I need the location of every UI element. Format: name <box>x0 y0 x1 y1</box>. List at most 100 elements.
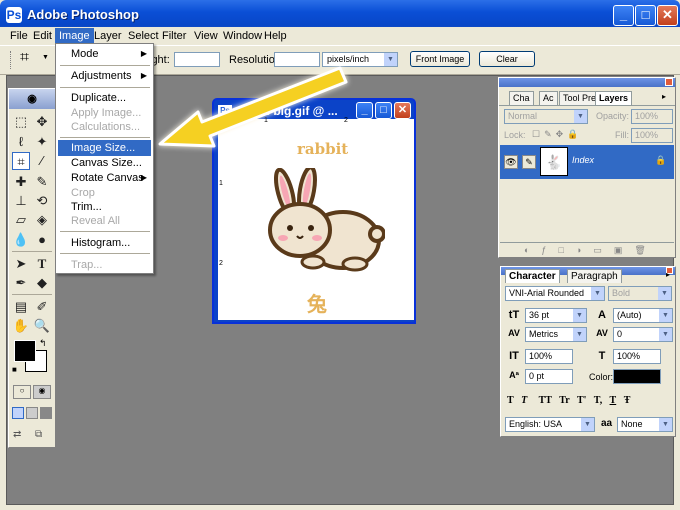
tab-layers[interactable]: Layers <box>595 91 633 105</box>
menu-image[interactable]: Image <box>55 28 94 44</box>
tab-paragraph[interactable]: Paragraph <box>567 269 622 283</box>
menu-item-duplicate[interactable]: Duplicate... <box>58 90 151 106</box>
height-input[interactable] <box>174 52 220 67</box>
layer-name[interactable]: Index <box>572 155 594 165</box>
leading-select[interactable]: (Auto) ▼ <box>613 308 673 323</box>
document-maximize-button[interactable]: □ <box>375 102 392 119</box>
brush-icon[interactable]: ✎ <box>522 155 536 169</box>
standard-mode-icon[interactable]: ○ <box>13 385 31 399</box>
eye-icon[interactable]: 👁 <box>504 155 518 169</box>
panel-titlebar[interactable] <box>499 78 675 87</box>
menu-item-adjustments[interactable]: Adjustments ▶ <box>58 68 151 84</box>
layer-row[interactable]: 👁 ✎ 🐇 Index 🔒 <box>500 145 674 179</box>
superscript-button[interactable]: T' <box>577 395 586 406</box>
menu-select[interactable]: Select <box>124 28 163 44</box>
healing-brush-icon[interactable]: ✚ <box>12 173 30 191</box>
underline-button[interactable]: T <box>610 395 617 406</box>
slice-tool-icon[interactable]: ⁄ <box>33 152 51 170</box>
panel-close-icon[interactable] <box>665 78 673 86</box>
tab-character[interactable]: Character <box>505 269 560 283</box>
horizontal-scale-input[interactable]: 100% <box>613 349 661 364</box>
jump-to-imageready-icon[interactable]: ⇄ <box>13 429 33 443</box>
subscript-button[interactable]: T, <box>594 395 602 406</box>
eyedropper-icon[interactable]: ✐ <box>33 298 51 316</box>
menu-item-image-size[interactable]: Image Size... <box>58 140 151 156</box>
document-window[interactable]: Ps rabbit-big.gif @ ... _ □ ✕ 1 2 1 2 ra… <box>212 98 416 324</box>
document-close-button[interactable]: ✕ <box>394 102 411 119</box>
faux-bold-button[interactable]: T <box>507 395 514 406</box>
baseline-shift-input[interactable]: 0 pt <box>525 369 573 384</box>
path-select-icon[interactable]: ➤ <box>12 255 30 273</box>
opacity-input[interactable]: 100% <box>631 109 673 124</box>
photoshop-app-icon[interactable]: Ps <box>6 7 22 23</box>
gripper-icon[interactable] <box>10 51 13 69</box>
font-size-select[interactable]: 36 pt ▼ <box>525 308 587 323</box>
clone-stamp-icon[interactable]: ⊥ <box>12 192 30 210</box>
eraser-tool-icon[interactable]: ▱ <box>12 211 30 229</box>
minimize-button[interactable]: _ <box>613 5 634 26</box>
layers-footer-icons[interactable]: ◐ƒ□◑▭▣🗑 <box>500 242 674 256</box>
paint-bucket-icon[interactable]: ◈ <box>33 211 51 229</box>
menu-file[interactable]: File <box>6 28 32 44</box>
imageready-icon[interactable]: ⧉ <box>35 429 51 443</box>
antialias-select[interactable]: None ▼ <box>617 417 673 432</box>
strikethrough-button[interactable]: Ŧ <box>624 395 631 406</box>
chevron-down-icon[interactable]: ▼ <box>42 54 49 61</box>
tab-actions[interactable]: Ac <box>539 91 558 105</box>
text-color-swatch[interactable] <box>613 369 661 384</box>
default-colors-icon[interactable]: ■ <box>12 365 17 374</box>
vertical-scale-input[interactable]: 100% <box>525 349 573 364</box>
type-style-buttons[interactable]: T T TT Tr T' T, T Ŧ <box>507 395 671 406</box>
magic-wand-icon[interactable]: ✦ <box>33 133 51 151</box>
blend-mode-select[interactable]: Normal ▼ <box>504 109 588 124</box>
small-caps-button[interactable]: Tr <box>559 395 569 406</box>
menu-edit[interactable]: Edit <box>29 28 56 44</box>
history-brush-icon[interactable]: ⟲ <box>33 192 51 210</box>
maximize-button[interactable]: □ <box>635 5 656 26</box>
quickmask-mode-icon[interactable]: ◉ <box>33 385 51 399</box>
menu-item-histogram[interactable]: Histogram... <box>58 235 151 251</box>
menu-layer[interactable]: Layer <box>90 28 126 44</box>
brush-tool-icon[interactable]: ✎ <box>33 173 51 191</box>
clear-button[interactable]: Clear <box>479 51 535 67</box>
type-tool-icon[interactable]: T <box>33 255 51 273</box>
lock-icons[interactable]: ☐✎✥🔒 <box>532 129 582 140</box>
marquee-tool-icon[interactable]: ⬚ <box>12 113 30 131</box>
notes-tool-icon[interactable]: ▤ <box>12 298 30 316</box>
shape-tool-icon[interactable]: ◆ <box>33 274 51 292</box>
font-style-select[interactable]: Bold ▼ <box>608 286 672 301</box>
screen-mode-standard-icon[interactable] <box>12 407 24 419</box>
hand-tool-icon[interactable]: ✋ <box>12 317 30 335</box>
fill-input[interactable]: 100% <box>631 128 673 143</box>
move-tool-icon[interactable]: ✥ <box>33 113 51 131</box>
menu-item-calculations[interactable]: Calculations... <box>58 119 151 135</box>
menu-item-rotate-canvas[interactable]: Rotate Canvas ▶ <box>58 170 151 186</box>
kerning-select[interactable]: Metrics ▼ <box>525 327 587 342</box>
swap-colors-icon[interactable]: ↰ <box>39 338 47 349</box>
language-select[interactable]: English: USA ▼ <box>505 417 595 432</box>
menu-view[interactable]: View <box>190 28 222 44</box>
menu-item-reveal-all[interactable]: Reveal All <box>58 213 151 229</box>
panel-menu-icon[interactable]: ▸ <box>666 270 670 279</box>
tracking-select[interactable]: 0 ▼ <box>613 327 673 342</box>
resolution-input[interactable] <box>274 52 320 67</box>
lasso-tool-icon[interactable]: ℓ <box>12 133 30 151</box>
pen-tool-icon[interactable]: ✒ <box>12 274 30 292</box>
tab-channels[interactable]: Cha <box>509 91 534 105</box>
document-canvas[interactable]: rabbit 兔 <box>225 126 414 320</box>
crop-tool-icon[interactable]: ⌗ <box>20 49 29 67</box>
units-select[interactable]: pixels/inch ▼ <box>322 52 398 67</box>
font-family-select[interactable]: VNI-Arial Rounded ▼ <box>505 286 605 301</box>
dodge-tool-icon[interactable]: ● <box>33 231 51 249</box>
zoom-tool-icon[interactable]: 🔍 <box>33 317 51 335</box>
adobe-online-icon[interactable]: ◉ <box>9 89 55 109</box>
screen-mode-full-icon[interactable] <box>40 407 52 419</box>
blur-tool-icon[interactable]: 💧 <box>12 231 30 249</box>
front-image-button[interactable]: Front Image <box>410 51 470 67</box>
panel-menu-icon[interactable]: ▸ <box>662 92 666 101</box>
faux-italic-button[interactable]: T <box>521 395 527 406</box>
crop-tool-icon[interactable]: ⌗ <box>12 152 30 170</box>
foreground-color-swatch[interactable] <box>14 340 36 362</box>
menu-help[interactable]: Help <box>260 28 291 44</box>
menu-item-trap[interactable]: Trap... <box>58 257 151 273</box>
